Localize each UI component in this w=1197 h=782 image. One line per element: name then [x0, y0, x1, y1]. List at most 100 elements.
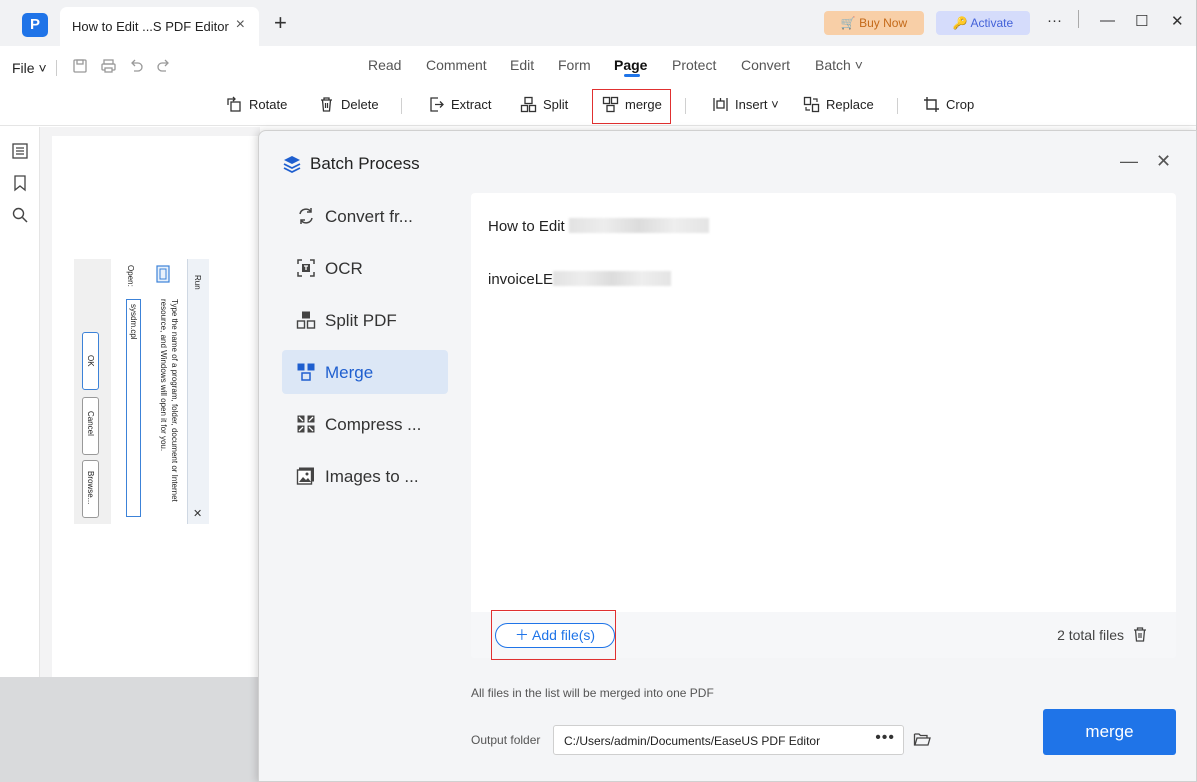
toolbar-divider: [897, 98, 898, 114]
file-list-panel: How to Edit invoiceLE: [471, 193, 1176, 658]
undo-icon[interactable]: [129, 58, 144, 73]
menu-bar: File ˅ Read Comment Edit Form Page Prote…: [0, 46, 1196, 86]
insert-icon: [713, 98, 728, 111]
replace-button[interactable]: Replace: [803, 96, 874, 118]
close-tab-icon[interactable]: ×: [236, 16, 245, 34]
redo-icon[interactable]: [156, 58, 171, 73]
dialog-minimize-icon[interactable]: —: [1120, 151, 1138, 172]
sidebar-item-split-pdf[interactable]: Split PDF: [282, 298, 448, 342]
file-menu[interactable]: File ˅: [12, 60, 47, 76]
run-ok-button-image: OK: [82, 332, 99, 390]
close-window-icon[interactable]: ✕: [1171, 12, 1184, 30]
split-icon: [520, 96, 537, 113]
new-tab-icon[interactable]: +: [274, 12, 287, 34]
sidebar-item-convert[interactable]: Convert fr...: [282, 194, 448, 238]
menu-batch-label: Batch: [815, 57, 851, 73]
replace-icon: [803, 96, 820, 113]
activate-button[interactable]: 🔑 Activate: [936, 11, 1030, 35]
menu-convert[interactable]: Convert: [741, 57, 790, 73]
delete-button[interactable]: Delete: [318, 96, 379, 118]
tab-title: How to Edit ...S PDF Editor: [72, 19, 229, 34]
run-program-icon: [156, 265, 170, 283]
menu-comment[interactable]: Comment: [426, 57, 487, 73]
run-dialog-button-bar: OK Cancel Browse...: [74, 259, 111, 524]
sidebar-label-convert: Convert fr...: [325, 207, 413, 226]
clear-files-trash-icon[interactable]: [1132, 626, 1148, 642]
merge-button[interactable]: merge: [1043, 709, 1176, 755]
minimize-icon[interactable]: —: [1100, 12, 1115, 29]
sidebar-label-images-to: Images to ...: [325, 467, 419, 486]
crop-button[interactable]: Crop: [923, 96, 974, 118]
insert-label: Insert: [735, 97, 768, 112]
output-folder-field[interactable]: C:/Users/admin/Documents/EaseUS PDF Edit…: [553, 725, 904, 755]
search-icon[interactable]: [11, 206, 29, 224]
save-icon[interactable]: [72, 58, 88, 74]
output-folder-label: Output folder: [471, 733, 541, 747]
file-name: invoiceLE: [488, 271, 554, 288]
redacted-text: [568, 218, 709, 233]
buy-now-button[interactable]: 🛒 Buy Now: [824, 11, 924, 35]
run-title: Run: [193, 275, 202, 290]
print-icon[interactable]: [100, 58, 117, 74]
sidebar-item-merge[interactable]: Merge: [282, 350, 448, 394]
extract-button[interactable]: Extract: [428, 96, 491, 118]
split-label: Split: [543, 97, 569, 112]
dialog-title: Batch Process: [310, 154, 420, 173]
crop-icon: [924, 97, 939, 112]
run-cancel-label: Cancel: [86, 411, 95, 436]
run-open-label: Open:: [126, 265, 135, 287]
file-menu-label: File: [12, 60, 35, 76]
document-view: OK Cancel Browse... Open: sysdm.cpl Type…: [40, 127, 262, 677]
merge-highlight-box: [592, 89, 671, 124]
toolbar-divider: [401, 98, 402, 114]
delete-label: Delete: [341, 97, 379, 112]
menu-form[interactable]: Form: [558, 57, 591, 73]
bookmark-icon[interactable]: [11, 174, 29, 192]
merge-pdf-icon: [297, 363, 315, 381]
sidebar-item-compress[interactable]: Compress ...: [282, 402, 448, 446]
buy-now-label: Buy Now: [859, 16, 908, 30]
left-rail: [0, 127, 40, 677]
batch-process-dialog: Batch Process — ✕ Convert fr... OCR Spli…: [258, 130, 1197, 782]
file-row[interactable]: invoiceLE: [488, 271, 672, 288]
maximize-icon[interactable]: ☐: [1135, 12, 1148, 30]
trash-icon: [321, 97, 332, 112]
menu-page[interactable]: Page: [614, 57, 647, 73]
total-files-count: 2 total files: [1057, 627, 1124, 643]
document-tab[interactable]: How to Edit ...S PDF Editor ×: [60, 7, 259, 46]
sidebar-item-ocr[interactable]: OCR: [282, 246, 448, 290]
merge-hint: All files in the list will be merged int…: [471, 686, 714, 700]
open-folder-icon[interactable]: [913, 731, 931, 747]
browse-dots-icon[interactable]: •••: [875, 729, 895, 747]
sidebar-label-ocr: OCR: [325, 259, 363, 278]
thumbnails-icon[interactable]: [11, 142, 29, 160]
menu-read[interactable]: Read: [368, 57, 401, 73]
more-options-icon[interactable]: ···: [1047, 12, 1062, 29]
dialog-close-icon[interactable]: ✕: [1156, 151, 1171, 172]
rotate-label: Rotate: [249, 97, 288, 112]
run-description: Type the name of a program, folder, docu…: [159, 299, 179, 502]
split-pdf-icon: [296, 311, 316, 329]
sidebar-item-images-to[interactable]: Images to ...: [282, 454, 448, 498]
quick-access-divider: [56, 60, 57, 76]
file-row[interactable]: How to Edit: [488, 218, 709, 235]
ocr-icon: [297, 259, 315, 277]
insert-button[interactable]: Insert ˅: [712, 96, 779, 118]
app-logo-icon: P: [22, 13, 48, 37]
image-icon: [296, 467, 314, 485]
sidebar-label-split-pdf: Split PDF: [325, 311, 397, 330]
menu-protect[interactable]: Protect: [672, 57, 716, 73]
run-close-icon: ✕: [193, 508, 203, 520]
file-name: How to Edit: [488, 218, 569, 235]
run-title-bar-image: Run ✕: [187, 259, 209, 524]
sidebar-label-compress: Compress ...: [325, 415, 422, 434]
rotate-button[interactable]: Rotate: [226, 96, 287, 118]
pdf-page: OK Cancel Browse... Open: sysdm.cpl Type…: [52, 136, 262, 677]
menu-batch[interactable]: Batch ˅: [815, 57, 863, 73]
menu-edit[interactable]: Edit: [510, 57, 534, 73]
active-menu-indicator: [624, 74, 640, 77]
replace-label: Replace: [826, 97, 874, 112]
run-browse-label: Browse...: [86, 471, 95, 505]
extract-label: Extract: [451, 97, 492, 112]
split-button[interactable]: Split: [520, 96, 568, 118]
